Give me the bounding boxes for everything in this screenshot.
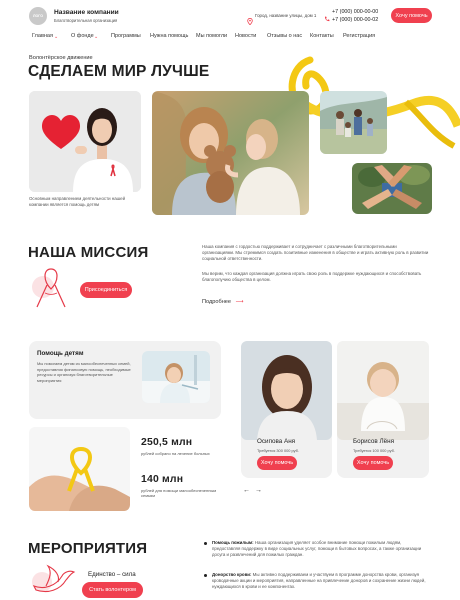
volunteer-photo (29, 91, 141, 192)
stat-2-label: рублей для помощи малообеспеченным семья… (141, 488, 217, 499)
phone-1[interactable]: +7 (000) 000-00-00 (332, 9, 378, 15)
sick-child-photo (142, 351, 210, 403)
help-text: Мы помогаем детям из малообеспеченных се… (37, 361, 131, 383)
become-volunteer-button[interactable]: Стать волонтером (82, 582, 143, 598)
event-item-title: Помощь пожилым: (212, 540, 254, 545)
nav-item-we-helped[interactable]: Мы помогли (196, 33, 227, 39)
arrow-right-icon[interactable]: ⟶ (236, 299, 244, 305)
chevron-down-icon[interactable]: ⌄ (94, 34, 98, 40)
yellow-ribbon-hands-photo (29, 427, 130, 511)
phone-icon (324, 9, 330, 27)
child-photo-boy (337, 341, 429, 440)
child-need: Требуется 100 000 руб. (353, 448, 395, 453)
hero-kicker: Волонтёрское движение (29, 55, 93, 61)
mission-title: НАША МИССИЯ (28, 244, 149, 261)
event-item-bullet (204, 542, 207, 545)
nav-item-news[interactable]: Новости (235, 33, 256, 39)
hero-caption: Основным направлением деятельности нашей… (29, 196, 126, 207)
address: Город, название улицы, дом 1 (255, 13, 317, 18)
logo-text: ЛОГО (32, 14, 44, 18)
nav-item-reviews[interactable]: Отзывы о нас (267, 33, 302, 39)
mother-child-photo (152, 91, 309, 215)
nav-item-about[interactable]: О фонде (71, 33, 94, 39)
location-icon (247, 12, 253, 30)
more-link[interactable]: Подробнее ⟶ (202, 299, 244, 305)
ribbon-outline-icon (31, 265, 73, 318)
events-title: МЕРОПРИЯТИЯ (28, 540, 148, 557)
help-title: Помощь детям (37, 350, 84, 357)
child-name: Борисов Лёня (353, 438, 394, 445)
join-button[interactable]: Присоединиться (80, 282, 132, 298)
carousel-prev-icon[interactable]: ← (243, 487, 250, 494)
family-walk-photo (320, 91, 387, 154)
help-button[interactable]: Хочу помочь (391, 8, 432, 23)
event-item: Помощь пожилым: Наша организация уделяет… (212, 540, 430, 558)
company-subtitle: Благотворительная организация (54, 18, 118, 23)
stat-1-value: 250,5 млн (141, 437, 193, 448)
company-name: Название компании (54, 9, 119, 16)
events-motto: Единство – сила (88, 571, 136, 578)
child-photo-girl (241, 341, 332, 440)
phone-2[interactable]: +7 (000) 000-00-02 (332, 17, 378, 23)
volunteers-hands-photo (352, 163, 432, 214)
carousel-next-icon[interactable]: → (255, 487, 262, 494)
nav-item-home[interactable]: Главная (32, 33, 53, 39)
more-link-label[interactable]: Подробнее (202, 299, 231, 305)
mission-paragraph-2: Мы верим, что каждая организация должна … (202, 271, 422, 282)
hero-title: СДЕЛАЕМ МИР ЛУЧШЕ (28, 63, 210, 80)
child-help-button[interactable]: Хочу помочь (353, 456, 393, 470)
child-name: Осипова Аня (257, 438, 296, 445)
nav-item-need-help[interactable]: Нужна помощь (150, 33, 188, 39)
child-help-button[interactable]: Хочу помочь (257, 456, 297, 470)
dove-icon (30, 560, 76, 600)
mission-paragraph-1: Наша компания с гордостью поддерживает и… (202, 244, 429, 261)
event-item-title: Донорство крови: (212, 572, 252, 577)
child-need: Требуется 300 000 руб. (257, 448, 299, 453)
stat-2-value: 140 млн (141, 474, 184, 485)
main-nav: Главная ⌄ О фонде ⌄ Программы Нужна помо… (28, 33, 433, 43)
nav-item-registration[interactable]: Регистрация (343, 33, 375, 39)
event-item-bullet (204, 574, 207, 577)
logo[interactable]: ЛОГО (29, 7, 47, 25)
nav-item-programs[interactable]: Программы (111, 33, 141, 39)
event-item: Донорство крови: Мы активно поддерживаем… (212, 572, 430, 590)
chevron-down-icon[interactable]: ⌄ (54, 34, 58, 40)
stat-1-label: рублей собрано на лечение больных (141, 451, 210, 456)
nav-item-contacts[interactable]: Контакты (310, 33, 334, 39)
